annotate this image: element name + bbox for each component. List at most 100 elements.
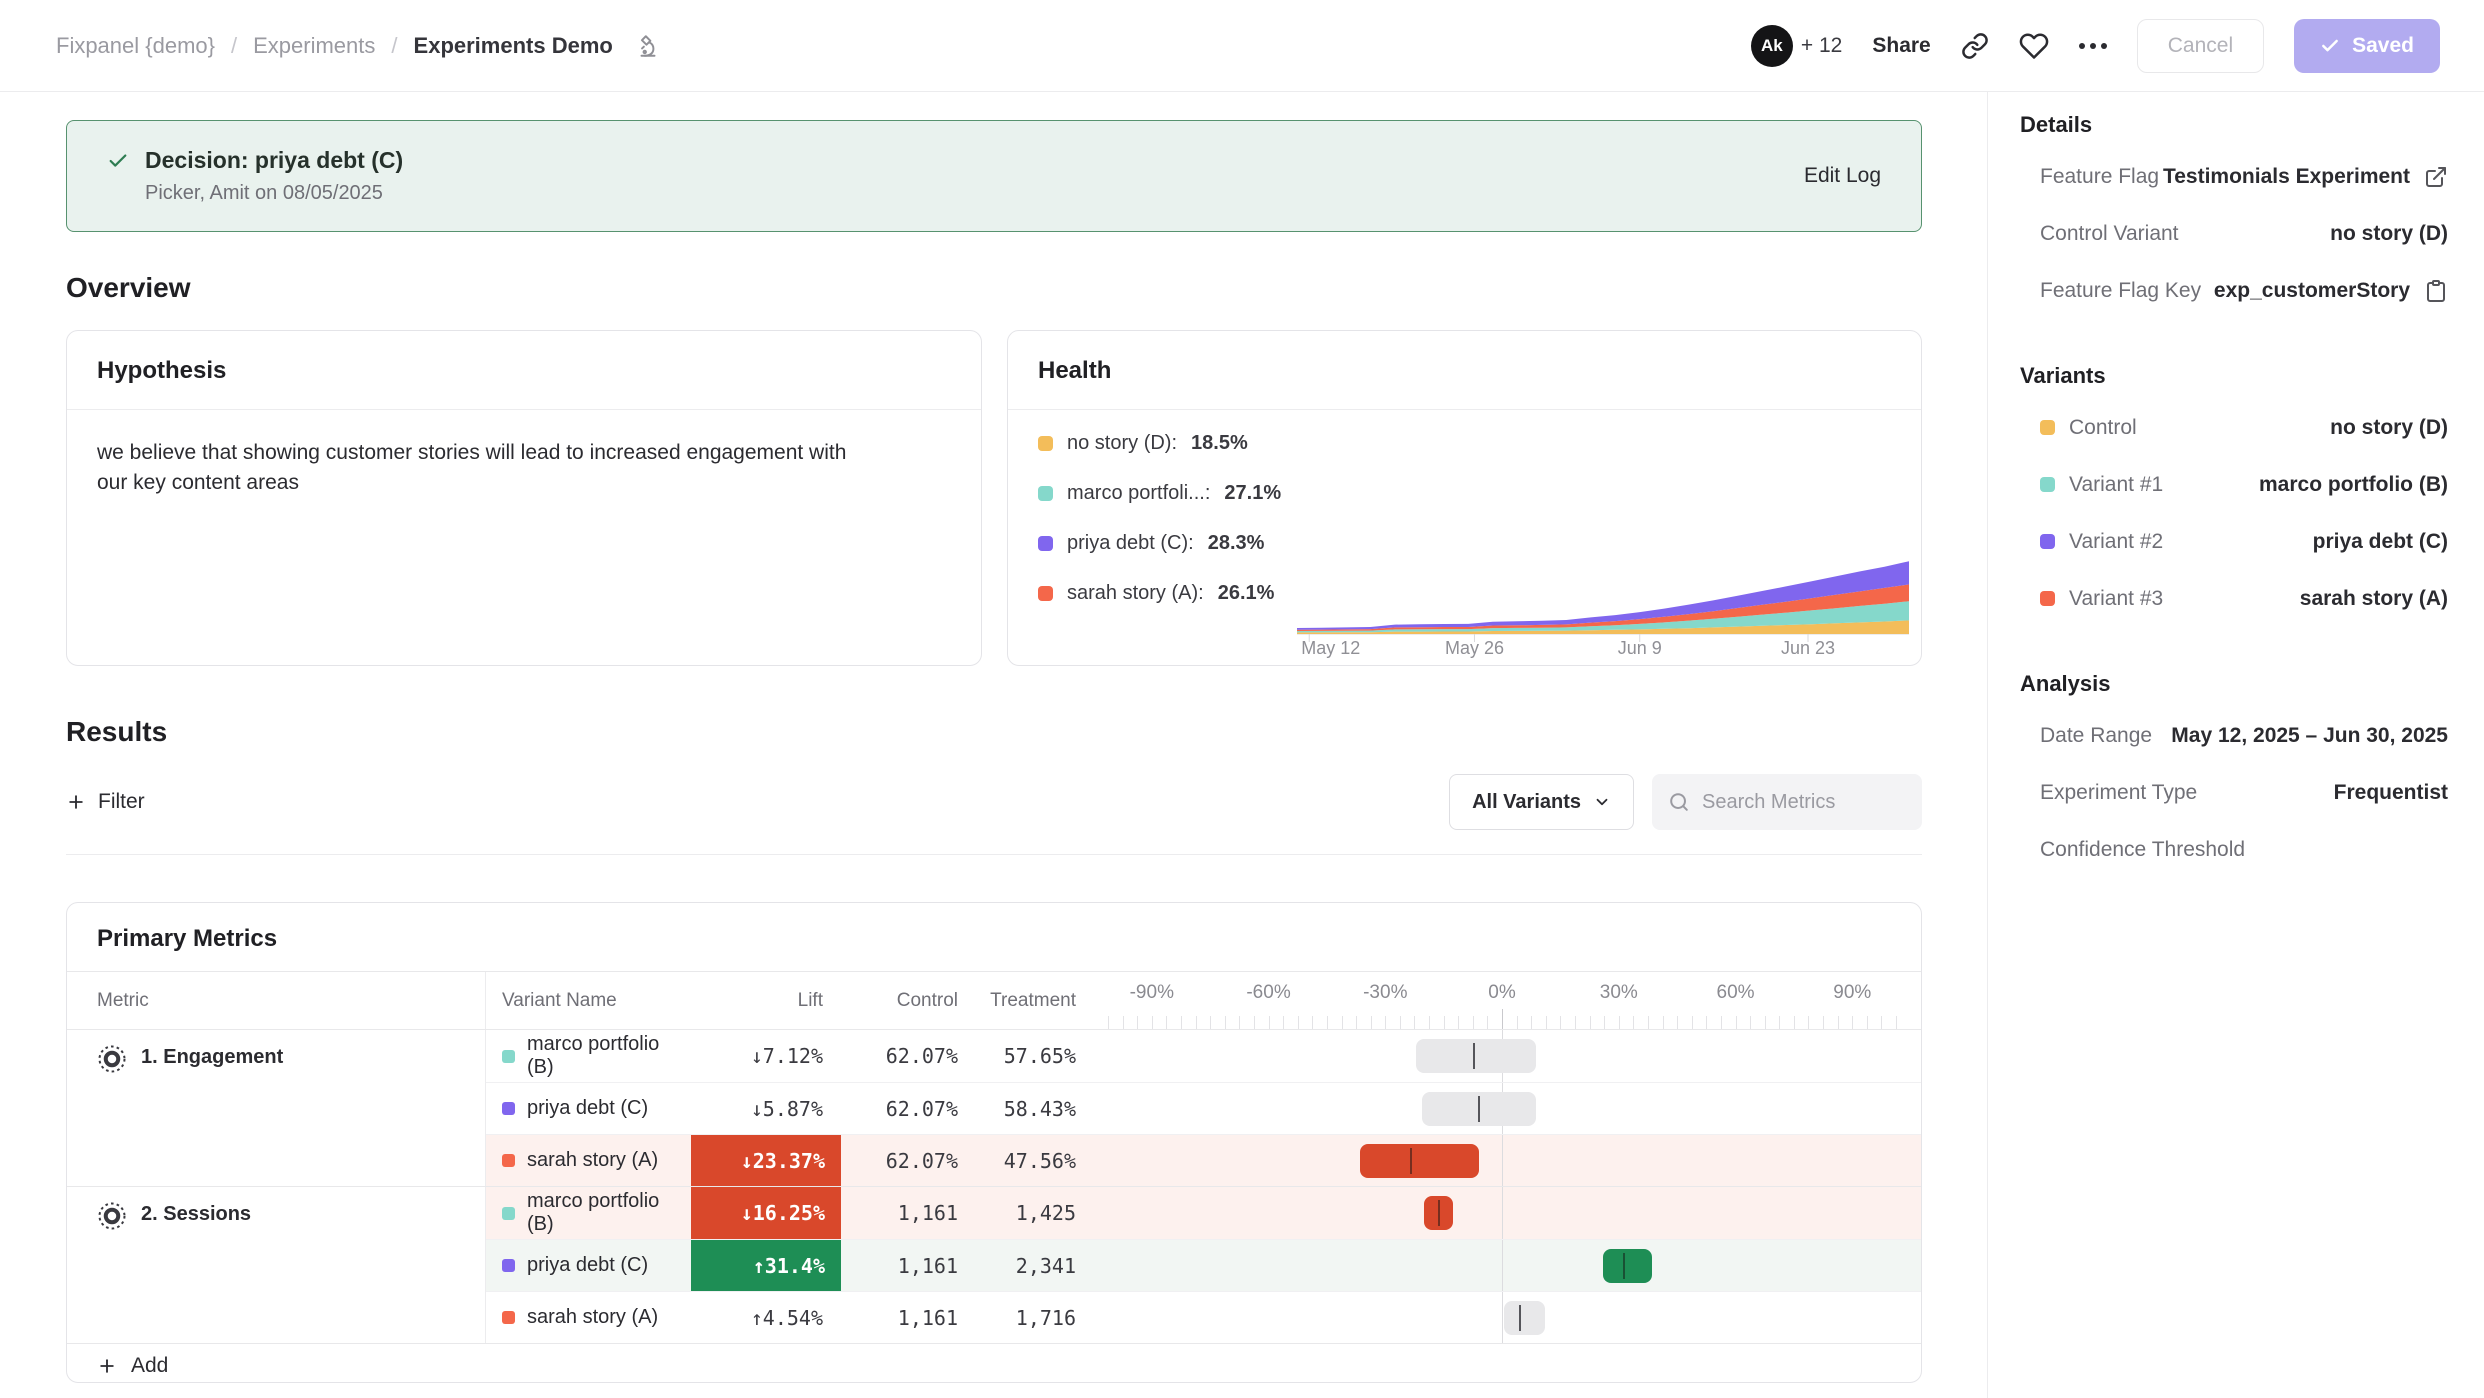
variant-cell: priya debt (C) bbox=[486, 1240, 691, 1291]
health-title: Health bbox=[1008, 331, 1921, 410]
plus-icon bbox=[97, 1356, 117, 1376]
variant-swatch bbox=[2040, 534, 2055, 549]
search-icon bbox=[1668, 791, 1690, 813]
axis-rail-tick bbox=[1458, 1016, 1459, 1029]
chevron-down-icon bbox=[1593, 793, 1611, 811]
axis-tick-label: 30% bbox=[1600, 982, 1638, 1004]
table-row: priya debt (C)↓5.87%62.07%58.43% bbox=[486, 1082, 1921, 1134]
variant-name: sarah story (A) bbox=[527, 1306, 658, 1329]
treatment-value: 1,425 bbox=[966, 1187, 1093, 1239]
variant-label: Variant #1 bbox=[2040, 473, 2163, 497]
control-value: 1,161 bbox=[841, 1187, 966, 1239]
variant-swatch bbox=[502, 1207, 515, 1220]
variant-cell: sarah story (A) bbox=[486, 1135, 691, 1186]
axis-rail-tick bbox=[1137, 1016, 1138, 1029]
axis-tick-label: 0% bbox=[1488, 982, 1515, 1004]
axis-rail-tick bbox=[1196, 1016, 1197, 1029]
edit-log-button[interactable]: Edit Log bbox=[1804, 164, 1881, 188]
table-row: sarah story (A)↑4.54%1,1611,716 bbox=[486, 1291, 1921, 1343]
axis-rail-tick bbox=[1298, 1016, 1299, 1029]
axis-rail-tick bbox=[1867, 1016, 1868, 1029]
legend-label: sarah story (A): bbox=[1067, 582, 1204, 605]
axis-rail-tick bbox=[1721, 1016, 1722, 1029]
detail-row: Control Variantno story (D) bbox=[2010, 205, 2452, 262]
breadcrumb-experiments[interactable]: Experiments bbox=[253, 33, 375, 59]
axis-rail-tick bbox=[1429, 1016, 1430, 1029]
legend-swatch bbox=[1038, 536, 1053, 551]
confidence-interval-bar bbox=[1603, 1249, 1652, 1283]
lift-value: ↓5.87% bbox=[691, 1083, 841, 1134]
axis-rail-tick bbox=[1517, 1016, 1518, 1029]
primary-metrics-card: Primary Metrics Metric Variant Name Lift… bbox=[66, 902, 1922, 1383]
metric-name: 2. Sessions bbox=[141, 1203, 251, 1226]
favorite-icon[interactable] bbox=[2019, 31, 2049, 61]
detail-label: Feature Flag Key bbox=[2040, 279, 2201, 303]
axis-rail-tick bbox=[1342, 1016, 1343, 1029]
variants-heading: Variants bbox=[2010, 363, 2452, 389]
zero-line bbox=[1502, 1292, 1503, 1343]
copy-link-icon[interactable] bbox=[1961, 32, 1989, 60]
legend-swatch bbox=[1038, 436, 1053, 451]
add-metric-button[interactable]: Add bbox=[67, 1343, 1921, 1383]
variant-swatch bbox=[2040, 477, 2055, 492]
axis-rail-tick bbox=[1181, 1016, 1182, 1029]
breadcrumb-current: Experiments Demo bbox=[414, 33, 613, 59]
table-row: marco portfolio (B)↓7.12%62.07%57.65% bbox=[486, 1030, 1921, 1082]
main-content: Decision: priya debt (C) Picker, Amit on… bbox=[0, 92, 1987, 1398]
axis-rail-tick bbox=[1560, 1016, 1561, 1029]
treatment-value: 47.56% bbox=[966, 1135, 1093, 1186]
column-header-lift: Lift bbox=[691, 972, 841, 1029]
analysis-value: Frequentist bbox=[2334, 781, 2448, 805]
search-metrics-input[interactable] bbox=[1702, 791, 1892, 814]
share-button[interactable]: Share bbox=[1872, 34, 1930, 58]
cancel-button[interactable]: Cancel bbox=[2137, 19, 2264, 73]
variant-row: Controlno story (D) bbox=[2010, 399, 2452, 456]
axis-rail-tick bbox=[1590, 1016, 1591, 1029]
detail-label: Control Variant bbox=[2040, 222, 2179, 246]
variants-filter-dropdown[interactable]: All Variants bbox=[1449, 774, 1634, 830]
add-filter-button[interactable]: Filter bbox=[66, 790, 145, 814]
confidence-interval-bar bbox=[1416, 1039, 1536, 1073]
table-row: marco portfolio (B)↓16.25%1,1611,425 bbox=[486, 1187, 1921, 1239]
lift-point-tick bbox=[1473, 1043, 1475, 1069]
axis-rail-tick bbox=[1123, 1016, 1124, 1029]
axis-rail-tick bbox=[1619, 1016, 1620, 1029]
axis-rail-tick bbox=[1385, 1016, 1386, 1029]
axis-rail-tick bbox=[1896, 1016, 1897, 1029]
axis-rail-tick bbox=[1414, 1016, 1415, 1029]
breadcrumb-project[interactable]: Fixpanel {demo} bbox=[56, 33, 215, 59]
analysis-row: Confidence Threshold bbox=[2010, 821, 2452, 878]
axis-rail-tick bbox=[1706, 1016, 1707, 1029]
hypothesis-body: we believe that showing customer stories… bbox=[67, 410, 890, 527]
saved-button[interactable]: Saved bbox=[2294, 19, 2440, 73]
more-options-icon[interactable] bbox=[2079, 43, 2107, 49]
health-legend: no story (D):18.5%marco portfoli...:27.1… bbox=[1008, 410, 1297, 666]
legend-item: sarah story (A):26.1% bbox=[1038, 582, 1287, 605]
variant-name: marco portfolio (B) bbox=[527, 1190, 691, 1236]
axis-rail-tick bbox=[1633, 1016, 1634, 1029]
control-value: 1,161 bbox=[841, 1240, 966, 1291]
avatar[interactable]: Ak bbox=[1751, 25, 1793, 67]
external-link-icon[interactable] bbox=[2424, 165, 2448, 189]
variant-swatch bbox=[502, 1259, 515, 1272]
axis-rail-tick bbox=[1852, 1016, 1853, 1029]
column-header-variant: Variant Name bbox=[486, 972, 691, 1029]
detail-value: exp_customerStory bbox=[2214, 279, 2410, 303]
axis-rail-tick bbox=[1356, 1016, 1357, 1029]
variant-value: priya debt (C) bbox=[2313, 530, 2448, 554]
variant-swatch bbox=[502, 1311, 515, 1324]
lift-value: ↓23.37% bbox=[691, 1135, 841, 1186]
table-row: priya debt (C)↑31.4%1,1612,341 bbox=[486, 1239, 1921, 1291]
clipboard-icon[interactable] bbox=[2424, 279, 2448, 303]
health-chart: May 12May 26Jun 9Jun 23 bbox=[1297, 410, 1921, 666]
axis-rail-tick bbox=[1269, 1016, 1270, 1029]
target-icon bbox=[97, 1201, 127, 1231]
variant-swatch bbox=[2040, 591, 2055, 606]
plus-icon bbox=[66, 792, 86, 812]
metric-cell: 1. Engagement bbox=[67, 1030, 486, 1186]
variant-label: Control bbox=[2040, 416, 2137, 440]
variant-name: priya debt (C) bbox=[527, 1097, 648, 1120]
axis-rail-tick bbox=[1663, 1016, 1664, 1029]
analysis-row: Date RangeMay 12, 2025 – Jun 30, 2025 bbox=[2010, 707, 2452, 764]
variant-label: Variant #2 bbox=[2040, 530, 2163, 554]
